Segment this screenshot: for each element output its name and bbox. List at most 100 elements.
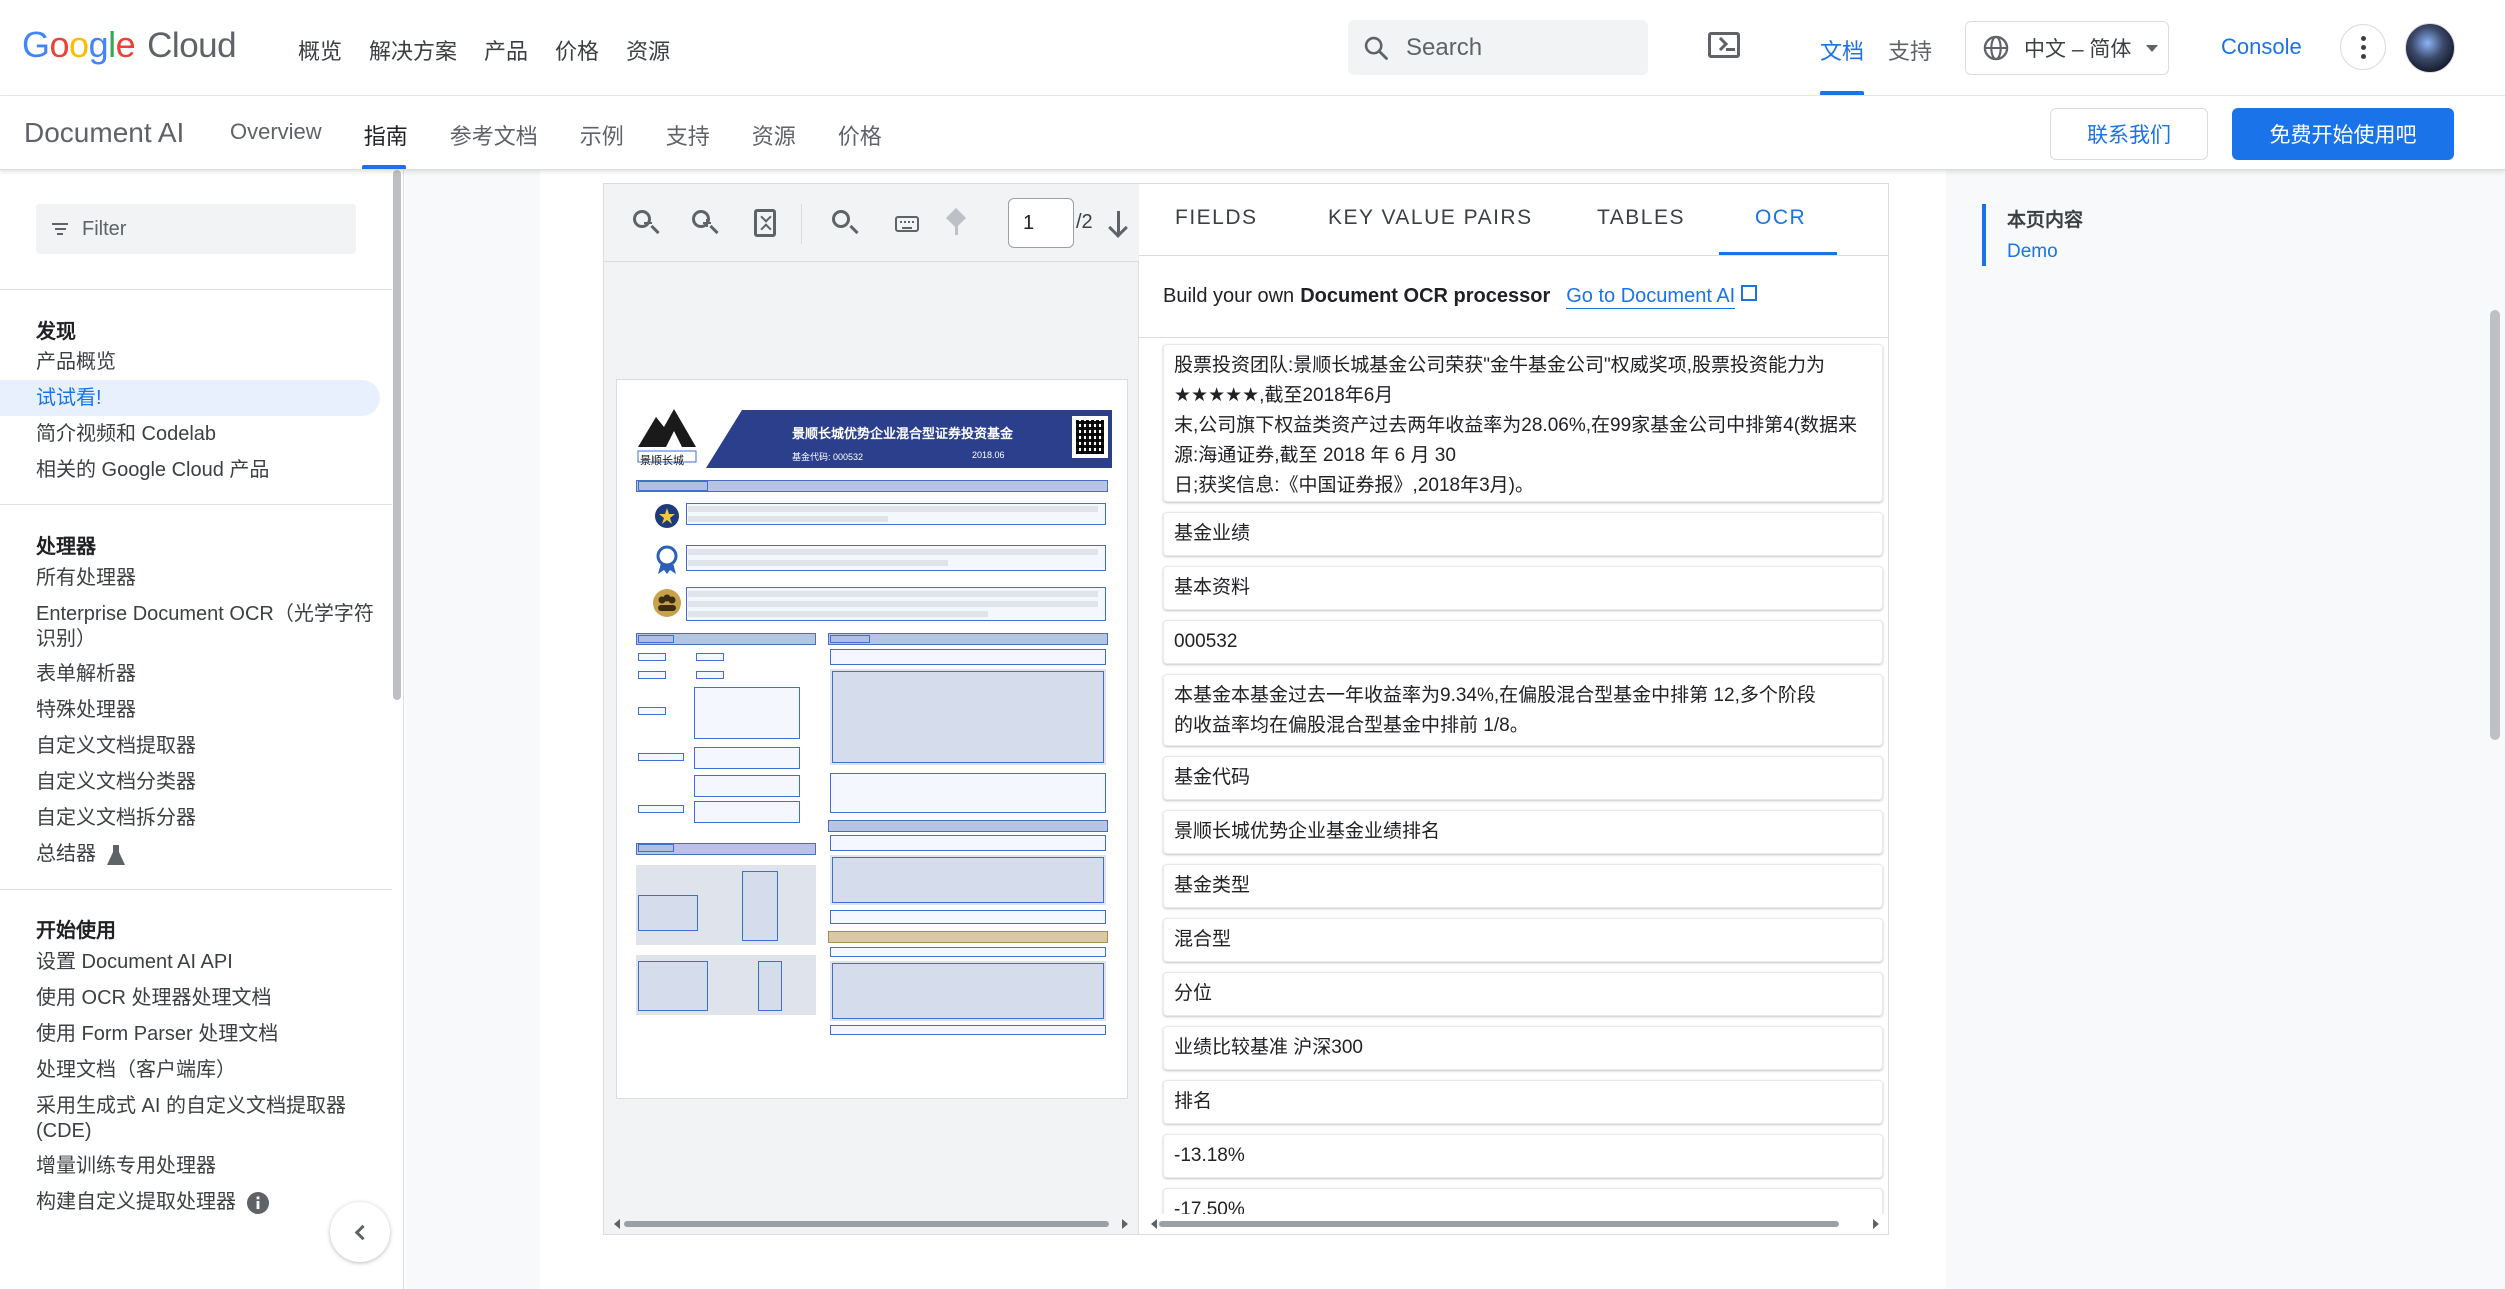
scroll-left-arrow-icon[interactable] xyxy=(614,1219,620,1229)
sidebar-filter-input[interactable]: Filter xyxy=(36,204,356,254)
tab-reference[interactable]: 参考文档 xyxy=(450,119,538,151)
ocr-text-block[interactable]: 混合型 xyxy=(1163,918,1883,962)
sidebar-item-form-parser-quickstart[interactable]: 使用 Form Parser 处理文档 xyxy=(36,1022,376,1047)
search-document-icon[interactable] xyxy=(829,208,859,238)
product-title[interactable]: Document AI xyxy=(24,117,184,149)
toc-item-demo[interactable]: Demo xyxy=(2007,241,2058,263)
page-total: /2 xyxy=(1076,211,1093,233)
tab-pricing[interactable]: 价格 xyxy=(838,119,882,151)
tab-overview[interactable]: Overview xyxy=(230,119,322,151)
keyboard-icon[interactable] xyxy=(892,208,922,238)
sidebar-item-summarizer[interactable]: 总结器 xyxy=(36,842,376,867)
product-tabs: Overview 指南 参考文档 示例 支持 资源 价格 xyxy=(230,119,882,151)
sidebar-item-uptraining[interactable]: 增量训练专用处理器 xyxy=(36,1154,376,1179)
sidebar-item-setup-api[interactable]: 设置 Document AI API xyxy=(36,950,376,975)
scrollbar-thumb[interactable] xyxy=(1159,1221,1839,1227)
ocr-text-block[interactable]: 本基金本基金过去一年收益率为9.34%,在偏股混合型基金中排第 12,多个阶段 … xyxy=(1163,674,1883,746)
sidebar-scrollbar[interactable] xyxy=(393,170,401,700)
viewer-horizontal-scrollbar[interactable] xyxy=(614,1219,1129,1229)
sidebar-item-build-custom-extractor[interactable]: 构建自定义提取处理器 xyxy=(36,1190,376,1215)
tab-tables[interactable]: TABLES xyxy=(1597,206,1685,230)
ocr-text-block[interactable]: 业绩比较基准 沪深300 xyxy=(1163,1026,1883,1070)
scrollbar-thumb[interactable] xyxy=(624,1221,1109,1227)
ocr-text-block[interactable]: -17.50% xyxy=(1163,1188,1883,1214)
ocr-text-block[interactable]: 股票投资团队:景顺长城基金公司荣获"金牛基金公司"权威奖项,股票投资能力为★★★… xyxy=(1163,344,1883,502)
ocr-text-block[interactable]: 000532 xyxy=(1163,620,1883,664)
sidebar-item-try-it[interactable]: 试试看! xyxy=(36,386,376,411)
console-link[interactable]: Console xyxy=(2221,34,2302,60)
scroll-left-arrow-icon[interactable] xyxy=(1151,1219,1157,1229)
promo-bold-text: Document OCR processor xyxy=(1300,285,1551,307)
top-nav: 概览 解决方案 产品 价格 资源 xyxy=(298,34,670,66)
collapse-sidebar-button[interactable] xyxy=(330,1202,390,1262)
sidebar-item-label: 构建自定义提取处理器 xyxy=(36,1191,236,1213)
top-nav-item-products[interactable]: 产品 xyxy=(484,34,528,66)
next-page-icon[interactable] xyxy=(1105,208,1135,238)
fund-logo-text: 景顺长城 xyxy=(640,455,684,467)
results-horizontal-scrollbar[interactable] xyxy=(1151,1219,1881,1229)
top-nav-item-solutions[interactable]: 解决方案 xyxy=(369,34,457,66)
logo-letter: o xyxy=(69,24,89,65)
ocr-text-block[interactable]: 排名 xyxy=(1163,1080,1883,1124)
account-avatar[interactable] xyxy=(2405,23,2455,73)
viewer-toolbar: 1 /2 xyxy=(604,184,1139,262)
previous-page-icon[interactable] xyxy=(943,208,973,238)
scroll-right-arrow-icon[interactable] xyxy=(1873,1219,1879,1229)
more-options-icon[interactable] xyxy=(2340,24,2386,70)
ocr-text-block[interactable]: 基金代码 xyxy=(1163,756,1883,800)
top-nav-item-pricing[interactable]: 价格 xyxy=(555,34,599,66)
open-in-new-icon[interactable] xyxy=(1741,284,1758,301)
ocr-bounding-box xyxy=(830,1025,1106,1035)
ocr-text-block[interactable]: 分位 xyxy=(1163,972,1883,1016)
cloud-shell-terminal-icon[interactable] xyxy=(1708,32,1740,58)
search-input[interactable]: Search xyxy=(1348,20,1648,75)
tab-fields[interactable]: FIELDS xyxy=(1175,206,1258,230)
sidebar-item-custom-classifier[interactable]: 自定义文档分类器 xyxy=(36,770,376,795)
ocr-text-block[interactable]: -13.18% xyxy=(1163,1134,1883,1178)
sidebar-item-custom-extractor[interactable]: 自定义文档提取器 xyxy=(36,734,376,759)
go-to-document-ai-link[interactable]: Go to Document AI xyxy=(1566,285,1736,309)
sidebar-item-form-parser[interactable]: 表单解析器 xyxy=(36,662,376,687)
section-band xyxy=(828,931,1108,943)
ocr-bounding-box xyxy=(694,687,800,739)
tab-ocr[interactable]: OCR xyxy=(1755,206,1806,230)
chevron-left-icon xyxy=(354,1224,371,1240)
sidebar-item-all-processors[interactable]: 所有处理器 xyxy=(36,566,376,591)
google-cloud-logo[interactable]: Google Cloud xyxy=(22,24,237,66)
sidebar-item-custom-splitter[interactable]: 自定义文档拆分器 xyxy=(36,806,376,831)
ocr-text-block[interactable]: 基金业绩 xyxy=(1163,512,1883,556)
toc-indicator xyxy=(1982,204,1986,266)
sidebar-item-cde[interactable]: 采用生成式 AI 的自定义文档提取器 (CDE) xyxy=(36,1094,376,1144)
tab-support[interactable]: 支持 xyxy=(666,119,710,151)
qr-code-pattern xyxy=(1076,420,1104,454)
get-started-free-button[interactable]: 免费开始使用吧 xyxy=(2232,108,2454,160)
ocr-text-block[interactable]: 基金类型 xyxy=(1163,864,1883,908)
document-page-preview[interactable]: 景顺长城 景顺长城优势企业混合型证券投资基金 基金代码: 000532 2018… xyxy=(616,379,1128,1099)
tab-guides[interactable]: 指南 xyxy=(364,119,408,151)
docs-link[interactable]: 文档 xyxy=(1820,34,1864,66)
page-number-input[interactable]: 1 xyxy=(1008,198,1074,248)
sidebar-item-related-products[interactable]: 相关的 Google Cloud 产品 xyxy=(36,458,376,483)
zoom-out-icon[interactable] xyxy=(630,208,660,238)
top-nav-item-overview[interactable]: 概览 xyxy=(298,34,342,66)
top-nav-item-resources[interactable]: 资源 xyxy=(626,34,670,66)
scroll-right-arrow-icon[interactable] xyxy=(1122,1219,1128,1229)
language-selector[interactable]: 中文 – 简体 xyxy=(1965,21,2169,75)
tab-samples[interactable]: 示例 xyxy=(580,119,624,151)
tab-resources[interactable]: 资源 xyxy=(752,119,796,151)
sidebar-item-enterprise-ocr[interactable]: Enterprise Document OCR（光学字符识别） xyxy=(36,602,376,652)
sidebar-item-specialized-processors[interactable]: 特殊处理器 xyxy=(36,698,376,723)
ocr-text-block[interactable]: 景顺长城优势企业基金业绩排名 xyxy=(1163,810,1883,854)
sidebar-item-product-overview[interactable]: 产品概览 xyxy=(36,350,376,375)
sidebar-item-ocr-quickstart[interactable]: 使用 OCR 处理器处理文档 xyxy=(36,986,376,1011)
ocr-text-block[interactable]: 基本资料 xyxy=(1163,566,1883,610)
sidebar-item-videos-codelab[interactable]: 简介视频和 Codelab xyxy=(36,422,376,447)
support-link[interactable]: 支持 xyxy=(1888,34,1932,66)
page-scrollbar[interactable] xyxy=(2490,310,2500,740)
zoom-in-icon[interactable] xyxy=(689,208,719,238)
sidebar-item-client-libraries[interactable]: 处理文档（客户端库） xyxy=(36,1058,376,1083)
tab-key-value-pairs[interactable]: KEY VALUE PAIRS xyxy=(1328,206,1533,230)
fit-page-icon[interactable] xyxy=(750,208,780,238)
contact-us-button[interactable]: 联系我们 xyxy=(2050,108,2208,160)
ocr-bounding-box xyxy=(830,835,1106,851)
